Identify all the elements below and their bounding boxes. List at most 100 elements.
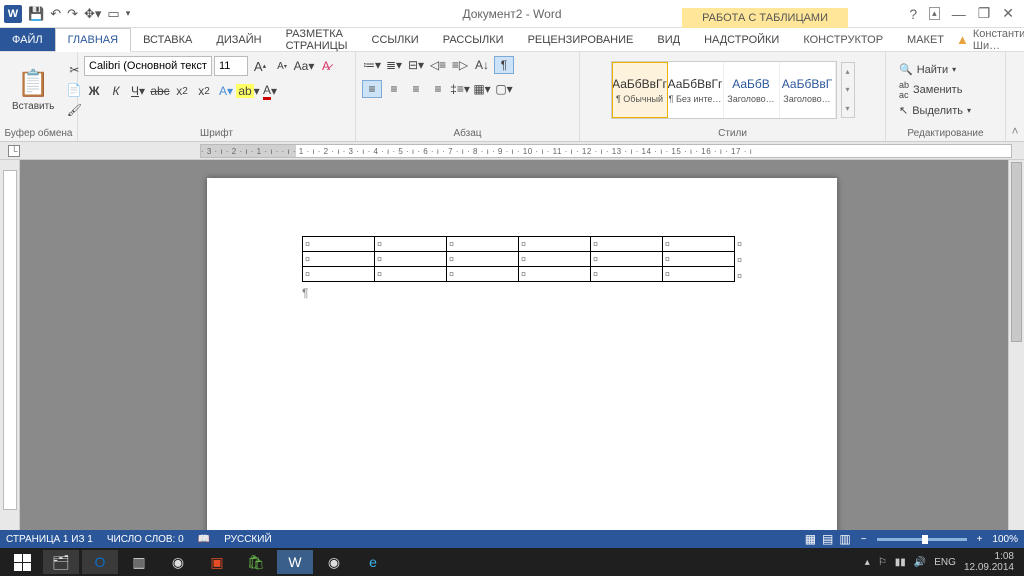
multilevel-icon[interactable]: ⊟▾ [406,56,426,74]
bold-button[interactable]: Ж [84,82,104,100]
subscript-button[interactable]: x2 [172,82,192,100]
font-size-combo[interactable]: 11 [214,56,248,76]
align-left-button[interactable]: ≡ [362,80,382,98]
maximize-icon[interactable]: ❐ [978,5,991,22]
highlight-icon[interactable]: ab▾ [238,82,258,100]
proofing-icon[interactable]: 📖 [198,534,210,545]
text-effects-icon[interactable]: A▾ [216,82,236,100]
tab-page-layout[interactable]: РАЗМЕТКА СТРАНИЦЫ [274,28,360,51]
underline-button[interactable]: Ч▾ [128,82,148,100]
page-indicator[interactable]: СТРАНИЦА 1 ИЗ 1 [6,534,93,545]
line-spacing-icon[interactable]: ‡≡▾ [450,80,470,98]
tray-volume-icon[interactable]: 🔊 [914,557,926,568]
style-heading1[interactable]: АаБбВЗаголово… [724,62,780,118]
close-icon[interactable]: ✕ [1002,5,1014,22]
taskbar-app-icon[interactable]: ▥ [121,550,157,574]
show-marks-button[interactable]: ¶ [494,56,514,74]
minimize-icon[interactable]: — [952,6,966,22]
ribbon-display-icon[interactable]: ▴ [929,7,940,20]
qat-customize-icon[interactable]: ▾ [126,8,131,19]
tab-home[interactable]: ГЛАВНАЯ [55,28,131,52]
qat-item-icon[interactable]: ▭ [107,6,119,22]
strikethrough-button[interactable]: abc [150,82,170,100]
tab-selector-icon[interactable]: └ [8,145,20,157]
style-normal[interactable]: АаБбВвГг¶ Обычный [612,62,668,118]
taskbar-app-icon[interactable]: ▣ [199,550,235,574]
taskbar-outlook-icon[interactable]: O [82,550,118,574]
tab-table-design[interactable]: КОНСТРУКТОР [791,28,895,51]
start-button[interactable] [4,550,40,574]
grow-font-icon[interactable]: A▴ [250,57,270,75]
collapse-ribbon-icon[interactable]: ˄ [1006,52,1024,141]
change-case-icon[interactable]: Aa▾ [294,57,314,75]
vertical-ruler[interactable] [0,160,20,530]
taskbar-store-icon[interactable]: 🛍 [238,550,274,574]
paste-button[interactable]: 📋 Вставить [6,66,60,114]
italic-button[interactable]: К [106,82,126,100]
superscript-button[interactable]: x2 [194,82,214,100]
bullets-icon[interactable]: ≔▾ [362,56,382,74]
decrease-indent-icon[interactable]: ◁≡ [428,56,448,74]
tab-design[interactable]: ДИЗАЙН [204,28,273,51]
view-read-icon[interactable]: ▤ [822,532,833,546]
find-button[interactable]: 🔍Найти▾ [896,62,974,77]
zoom-in-icon[interactable]: + [977,534,983,545]
vertical-scrollbar[interactable] [1008,160,1024,530]
clock[interactable]: 1:08 12.09.2014 [964,551,1014,573]
style-nospacing[interactable]: АаБбВвГг¶ Без инте… [668,62,724,118]
undo-icon[interactable]: ↶ [50,6,61,22]
taskbar-chrome-icon[interactable]: ◉ [160,550,196,574]
help-icon[interactable]: ? [909,6,917,22]
group-styles: АаБбВвГг¶ Обычный АаБбВвГг¶ Без инте… Аа… [580,52,886,141]
word-count[interactable]: ЧИСЛО СЛОВ: 0 [107,534,184,545]
numbering-icon[interactable]: ≣▾ [384,56,404,74]
borders-icon[interactable]: ▢▾ [494,80,514,98]
tab-mailings[interactable]: РАССЫЛКИ [431,28,516,51]
sort-icon[interactable]: A↓ [472,56,492,74]
replace-button[interactable]: abacЗаменить [896,79,974,101]
save-icon[interactable]: 💾 [28,6,44,22]
style-heading2[interactable]: АаБбВвГЗаголово… [780,62,836,118]
tab-addins[interactable]: НАДСТРОЙКИ [692,28,791,51]
font-color-icon[interactable]: A▾ [260,82,280,100]
tab-review[interactable]: РЕЦЕНЗИРОВАНИЕ [516,28,646,51]
tab-file[interactable]: ФАЙЛ [0,28,55,51]
zoom-out-icon[interactable]: − [861,534,867,545]
horizontal-ruler[interactable]: · 3 · ı · 2 · ı · 1 · ı · · ı · 1 · ı · … [200,144,1012,158]
document-canvas[interactable]: ¤ ¤ ¤ ¶ [20,160,1024,530]
account-area[interactable]: ▲ Константин Ши… ▾ [956,28,1024,51]
word-app-icon[interactable]: W [4,5,22,23]
shading-icon[interactable]: ▦▾ [472,80,492,98]
zoom-level[interactable]: 100% [992,534,1018,545]
tab-view[interactable]: ВИД [645,28,692,51]
styles-gallery[interactable]: АаБбВвГг¶ Обычный АаБбВвГг¶ Без инте… Аа… [611,61,837,119]
justify-button[interactable]: ≡ [428,80,448,98]
qat-item-icon[interactable]: ✥▾ [84,6,101,22]
keyboard-layout[interactable]: ENG [934,557,956,568]
taskbar-chrome2-icon[interactable]: ◉ [316,550,352,574]
select-button[interactable]: ↖Выделить▾ [896,103,974,118]
taskbar-ie-icon[interactable]: e [355,550,391,574]
tab-table-layout[interactable]: МАКЕТ [895,28,956,51]
increase-indent-icon[interactable]: ≡▷ [450,56,470,74]
taskbar-explorer-icon[interactable]: 🗂 [43,550,79,574]
language-indicator[interactable]: РУССКИЙ [224,534,271,545]
align-right-button[interactable]: ≡ [406,80,426,98]
group-editing: 🔍Найти▾ abacЗаменить ↖Выделить▾ Редактир… [886,52,1006,141]
tray-flag-icon[interactable]: ⚐ [878,557,887,568]
tab-references[interactable]: ССЫЛКИ [360,28,431,51]
tray-network-icon[interactable]: ▮▮ [895,557,906,568]
zoom-slider[interactable] [877,538,967,541]
taskbar-word-icon[interactable]: W [277,550,313,574]
tray-up-icon[interactable]: ▴ [865,557,870,568]
view-print-icon[interactable]: ▦ [805,532,816,546]
tab-insert[interactable]: ВСТАВКА [131,28,204,51]
clear-formatting-icon[interactable]: A̷ [316,57,336,75]
gallery-scroll[interactable]: ▴▾▾ [841,62,855,118]
redo-icon[interactable]: ↷ [67,6,78,22]
font-name-combo[interactable]: Calibri (Основной текст [84,56,212,76]
align-center-button[interactable]: ≡ [384,80,404,98]
view-web-icon[interactable]: ▥ [839,532,850,546]
shrink-font-icon[interactable]: A▾ [272,57,292,75]
inserted-table[interactable] [302,236,735,282]
